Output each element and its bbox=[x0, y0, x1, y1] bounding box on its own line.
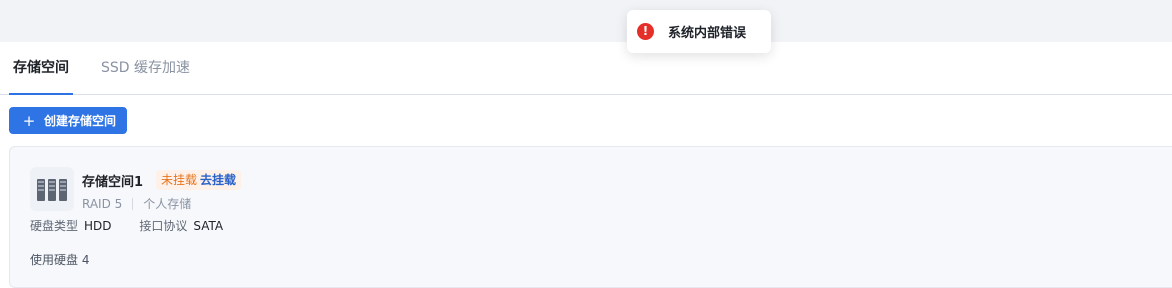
tab-storage-space[interactable]: 存储空间 bbox=[9, 42, 73, 95]
mount-link[interactable]: 去挂载 bbox=[200, 173, 236, 187]
create-storage-label: 创建存储空间 bbox=[44, 114, 117, 128]
storage-pool-meta: RAID 5 个人存储 bbox=[82, 195, 191, 212]
mount-status-badge: 未挂载 去挂载 bbox=[156, 170, 242, 190]
disk-type-label: 硬盘类型 bbox=[30, 219, 79, 233]
error-icon: ! bbox=[637, 23, 654, 40]
disk-info-row: 硬盘类型 HDD 接口协议 SATA bbox=[30, 217, 223, 234]
raid-level: RAID 5 bbox=[82, 197, 123, 211]
tab-bar: 存储空间 SSD 缓存加速 bbox=[0, 42, 1172, 95]
disk-array-icon bbox=[30, 167, 74, 211]
meta-divider bbox=[132, 198, 134, 210]
used-disks: 使用硬盘 4 bbox=[30, 253, 90, 267]
storage-pool-name: 存储空间1 bbox=[82, 175, 144, 190]
plus-icon: + bbox=[22, 111, 36, 130]
usage-type: 个人存储 bbox=[143, 197, 192, 211]
tab-ssd-cache[interactable]: SSD 缓存加速 bbox=[101, 42, 190, 94]
top-band bbox=[0, 0, 1172, 42]
create-storage-button[interactable]: + 创建存储空间 bbox=[9, 107, 127, 134]
mount-status-text: 未挂载 bbox=[161, 173, 198, 187]
error-toast: ! 系统内部错误 bbox=[627, 10, 771, 53]
disk-type-value: HDD bbox=[84, 219, 112, 233]
toast-message: 系统内部错误 bbox=[668, 26, 747, 41]
interface-value: SATA bbox=[193, 219, 224, 233]
interface-label: 接口协议 bbox=[139, 219, 188, 233]
